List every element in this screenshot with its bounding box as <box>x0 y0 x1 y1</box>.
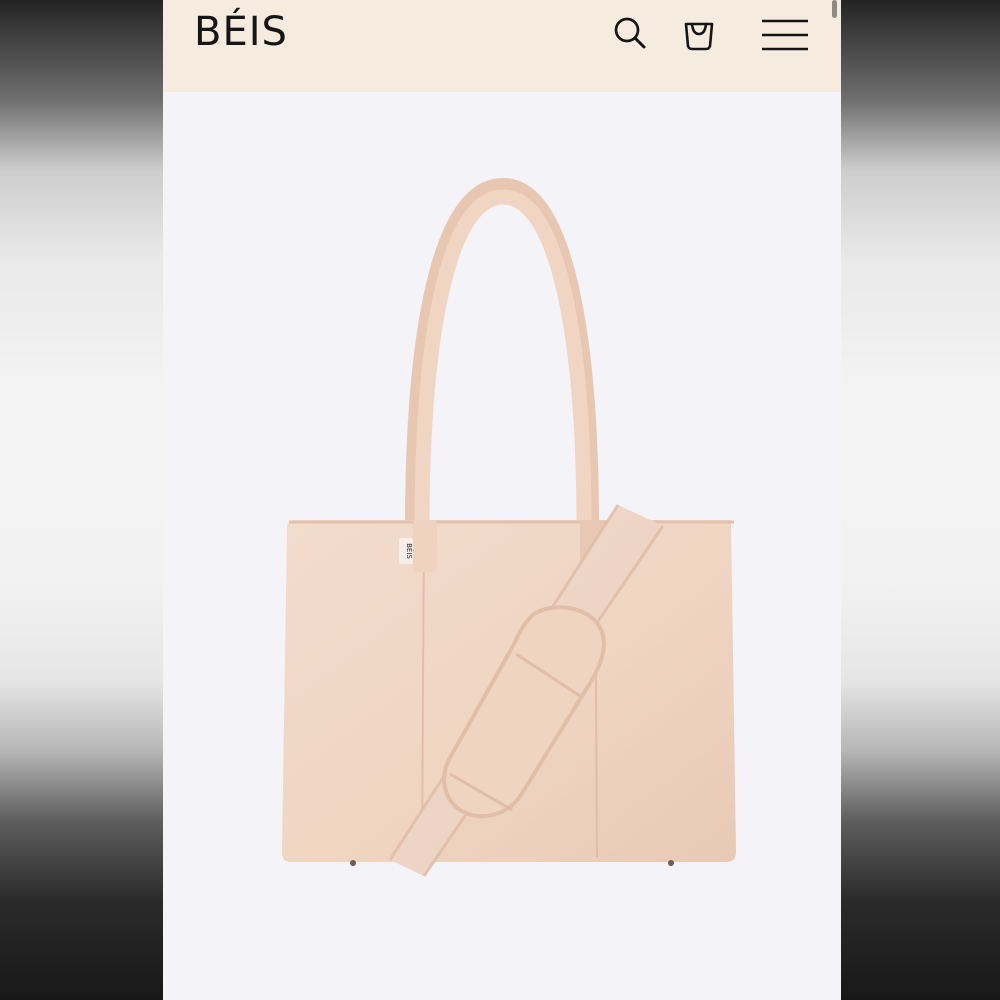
left-handle-tab <box>413 520 437 572</box>
right-blur-border <box>841 0 1000 1000</box>
site-header: BÉIS <box>163 0 841 92</box>
shopping-bag-icon <box>684 22 714 51</box>
product-image: BÉIS <box>163 92 841 1000</box>
scrollbar-thumb[interactable] <box>832 0 837 18</box>
brand-logo[interactable]: BÉIS <box>194 6 288 58</box>
mobile-page: BÉIS BÉIS <box>163 0 841 1000</box>
tote-bag-image: BÉIS <box>282 177 736 877</box>
screenshot-stage: BÉIS BÉIS <box>0 0 1000 1000</box>
left-blur-border <box>0 0 163 1000</box>
bag-foot-left <box>350 860 356 866</box>
menu-button[interactable] <box>759 11 811 57</box>
hamburger-menu-icon <box>762 19 808 51</box>
bag-foot-right <box>668 860 674 866</box>
cart-button[interactable] <box>679 11 719 57</box>
brand-tag-text: BÉIS <box>405 543 414 559</box>
back-handle <box>405 177 599 537</box>
search-icon <box>614 17 646 49</box>
search-button[interactable] <box>610 11 652 57</box>
